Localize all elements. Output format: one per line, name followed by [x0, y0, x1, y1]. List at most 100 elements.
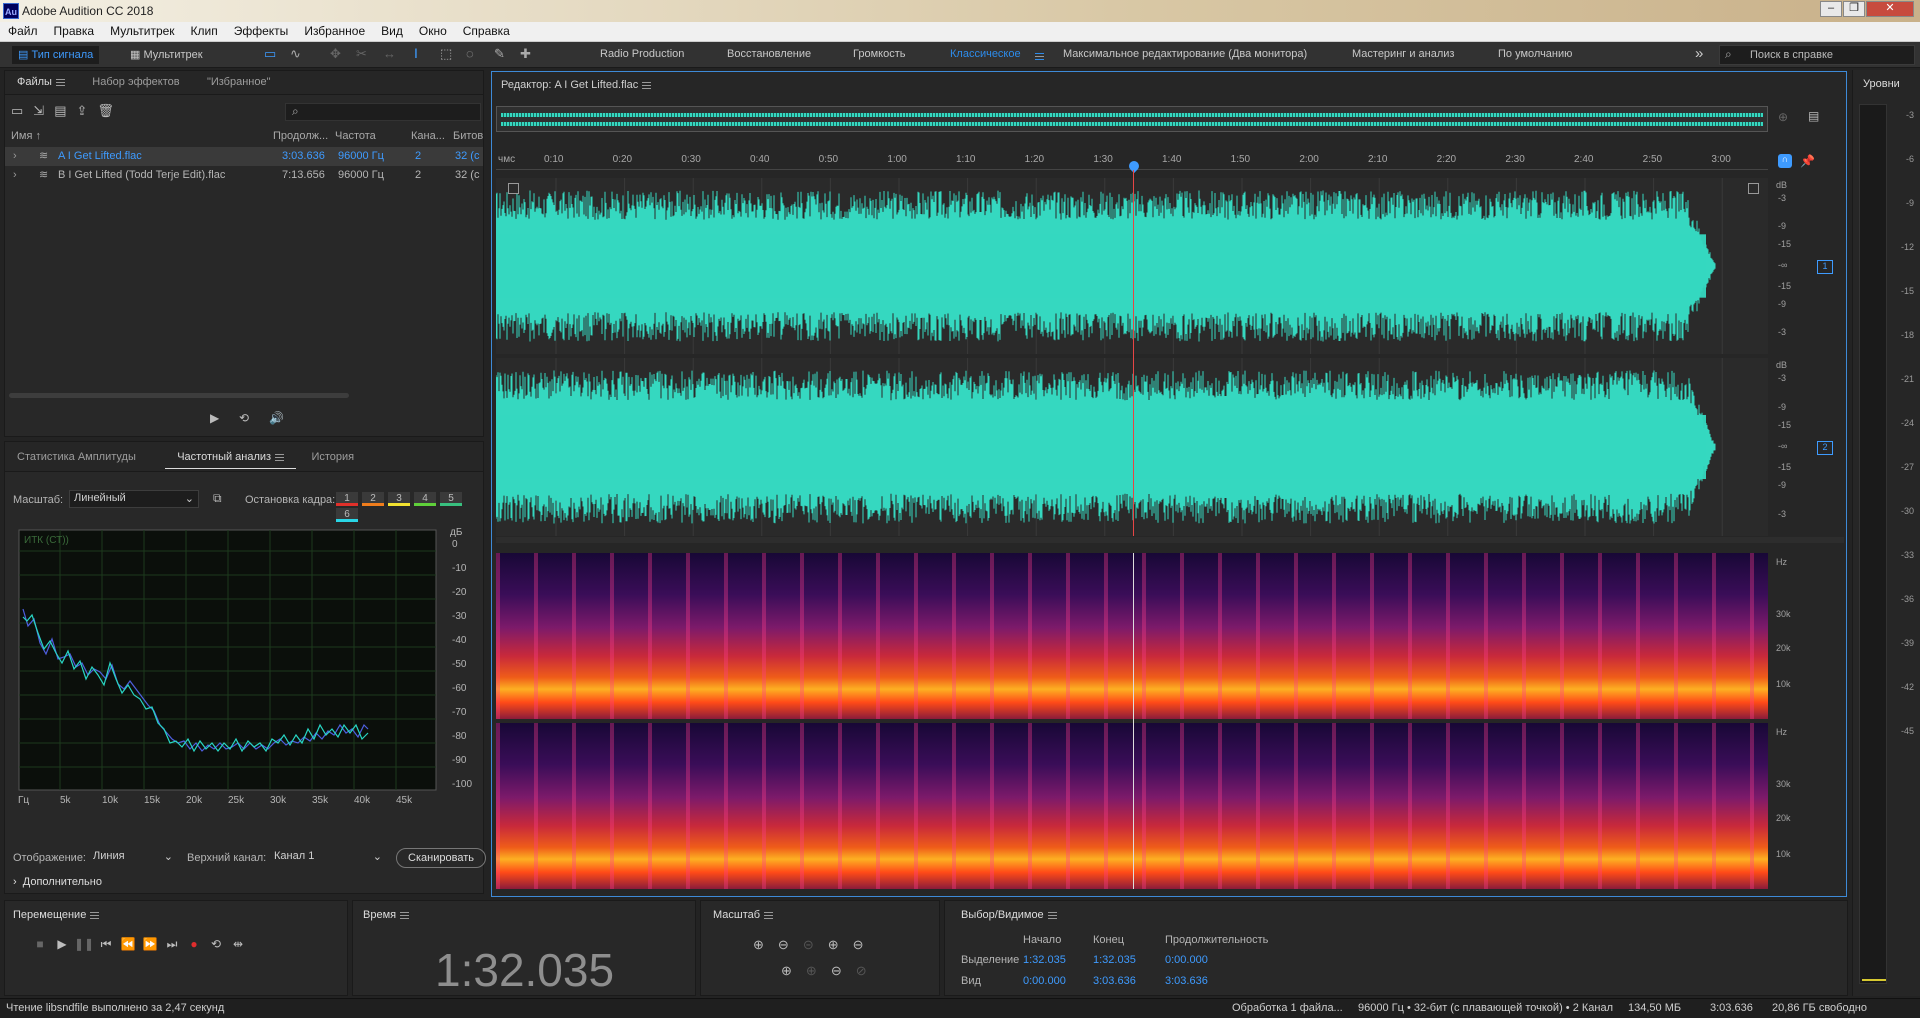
lasso-tool-icon[interactable]: ◌ [466, 46, 474, 61]
freeze-button-5[interactable]: 5 [440, 492, 462, 506]
snap-icon[interactable]: ∩ [1778, 154, 1792, 168]
tab-files[interactable]: Файлы [5, 71, 77, 93]
zoom-out-point-icon[interactable]: ⊖ [831, 963, 856, 978]
waveform-overview[interactable] [496, 106, 1768, 132]
advanced-expander[interactable]: › Дополнительно [13, 876, 102, 888]
workspace-max-edit[interactable]: Максимальное редактирование (Два монитор… [1063, 48, 1307, 60]
spectral-display-icon[interactable]: ▭ [264, 46, 276, 62]
open-file-icon[interactable]: ▭ [11, 103, 33, 118]
selection-duration[interactable]: 0:00.000 [1165, 954, 1208, 966]
scan-button[interactable]: Сканировать [396, 848, 486, 868]
preview-loop-icon[interactable]: ⟲ [239, 411, 249, 425]
zoom-in-amplitude-icon[interactable]: ⊕ [753, 937, 778, 952]
move-tool-icon[interactable]: ✥ [330, 46, 341, 62]
file-row[interactable]: › ≋ A I Get Lifted.flac 3:03.636 96000 Г… [5, 147, 483, 166]
workspace-restore[interactable]: Восстановление [727, 48, 811, 60]
import-icon[interactable]: ⇲ [33, 103, 54, 118]
zoom-in-time-icon[interactable]: ⊕ [828, 937, 853, 952]
col-duration[interactable]: Продолж... [273, 130, 328, 142]
workspace-loudness[interactable]: Громкость [853, 48, 905, 60]
pause-icon[interactable]: ❚❚ [73, 937, 95, 951]
menu-effects[interactable]: Эффекты [226, 22, 297, 38]
freeze-button-1[interactable]: 1 [336, 492, 358, 506]
col-bits[interactable]: Битов [453, 130, 483, 142]
zoom-selection-icon[interactable]: ⊕ [781, 963, 806, 978]
more-workspaces-button[interactable]: » [1695, 45, 1703, 62]
zoom-reset-icon[interactable]: ⊘ [856, 963, 881, 978]
fade-out-handle[interactable] [1748, 183, 1759, 194]
selection-start[interactable]: 1:32.035 [1023, 954, 1066, 966]
tab-amplitude-statistics[interactable]: Статистика Амплитуды [5, 442, 148, 468]
export-icon[interactable]: ⇪ [77, 103, 98, 118]
waveform-channel-1[interactable] [496, 178, 1768, 354]
fade-in-handle[interactable] [508, 183, 519, 194]
view-end[interactable]: 3:03.636 [1093, 975, 1136, 987]
col-name[interactable]: Имя ↑ [11, 130, 41, 142]
zoom-out-full-icon[interactable]: ⊝ [803, 937, 828, 952]
expand-icon[interactable]: › [13, 166, 17, 185]
tab-frequency-analysis[interactable]: Частотный анализ [165, 442, 297, 469]
spectrogram-channel-1[interactable] [496, 553, 1768, 719]
skip-icon[interactable]: ⇹ [227, 937, 249, 951]
tab-favorites[interactable]: "Избранное" [195, 71, 283, 93]
pin-icon[interactable]: 📌 [1800, 154, 1815, 168]
help-search-box[interactable]: ⌕ Поиск в справке [1719, 45, 1915, 65]
panel-menu-icon[interactable]: ▤ [1808, 109, 1819, 123]
menu-window[interactable]: Окно [411, 22, 455, 38]
record-icon[interactable]: ● [183, 937, 205, 951]
menu-multitrack[interactable]: Мультитрек [102, 22, 182, 38]
delete-icon[interactable]: 🗑 [97, 103, 124, 118]
preview-play-icon[interactable]: ▶ [210, 411, 219, 425]
tab-history[interactable]: История [299, 442, 366, 468]
loop-icon[interactable]: ⟲ [205, 937, 227, 951]
files-scrollbar[interactable] [9, 393, 349, 398]
forward-end-icon[interactable]: ⏭ [161, 937, 183, 952]
freeze-button-3[interactable]: 3 [388, 492, 410, 506]
zoom-overview-icon[interactable]: ⊕ [1778, 110, 1788, 124]
workspace-radio-production[interactable]: Radio Production [600, 48, 684, 60]
file-row[interactable]: › ≋ B I Get Lifted (Todd Terje Edit).fla… [5, 166, 483, 185]
zoom-out-amplitude-icon[interactable]: ⊖ [778, 937, 803, 952]
snapshot-icon[interactable]: ⧉ [213, 491, 222, 506]
menu-file[interactable]: Файл [0, 22, 46, 38]
scale-dropdown[interactable]: Линейный ⌄ [69, 490, 199, 508]
workspace-classic[interactable]: Классическое [950, 48, 1021, 60]
channel-badge-2[interactable]: 2 [1817, 441, 1833, 455]
pitch-display-icon[interactable]: ∿ [290, 46, 301, 62]
marquee-tool-icon[interactable]: ⬚ [440, 46, 452, 62]
zoom-out-time-icon[interactable]: ⊖ [853, 937, 878, 952]
time-selection-tool-icon[interactable]: I [414, 45, 418, 61]
col-rate[interactable]: Частота [335, 130, 376, 142]
waveform-channel-2[interactable] [496, 358, 1768, 536]
view-divider[interactable] [496, 537, 1844, 543]
freeze-button-2[interactable]: 2 [362, 492, 384, 506]
view-start[interactable]: 0:00.000 [1023, 975, 1066, 987]
menu-edit[interactable]: Правка [46, 22, 103, 38]
zoom-in-point-icon[interactable]: ⊕ [806, 963, 831, 978]
display-dropdown[interactable]: Линия ⌄ [89, 849, 177, 867]
view-duration[interactable]: 3:03.636 [1165, 975, 1208, 987]
workspace-mastering[interactable]: Мастеринг и анализ [1352, 48, 1454, 60]
brush-tool-icon[interactable]: ✎ [494, 46, 505, 62]
menu-clip[interactable]: Клип [183, 22, 226, 38]
menu-view[interactable]: Вид [373, 22, 411, 38]
workspace-menu-icon[interactable] [1031, 49, 1044, 63]
freeze-button-4[interactable]: 4 [414, 492, 436, 506]
play-icon[interactable]: ▶ [51, 937, 73, 951]
time-display[interactable]: 1:32.035 [435, 943, 614, 997]
tab-effects-rack[interactable]: Набор эффектов [80, 71, 191, 93]
insert-icon[interactable]: ▤ [54, 103, 76, 118]
files-search-input[interactable]: ⌕ [285, 103, 481, 121]
close-button[interactable]: ✕ [1866, 1, 1914, 17]
stop-icon[interactable]: ■ [29, 937, 51, 951]
spot-healing-icon[interactable]: ✚ [520, 46, 531, 62]
fast-forward-icon[interactable]: ⏩ [139, 937, 161, 951]
multitrack-view-button[interactable]: ▦ Мультитрек [124, 46, 209, 64]
channel-badge-1[interactable]: 1 [1817, 260, 1833, 274]
col-channels[interactable]: Кана... [411, 130, 445, 142]
channel-dropdown[interactable]: Канал 1 ⌄ [270, 849, 386, 867]
razor-tool-icon[interactable]: ✂ [356, 46, 367, 62]
waveform-view-button[interactable]: ▤ Тип сигнала [12, 46, 100, 64]
workspace-default[interactable]: По умолчанию [1498, 48, 1572, 60]
selection-end[interactable]: 1:32.035 [1093, 954, 1136, 966]
